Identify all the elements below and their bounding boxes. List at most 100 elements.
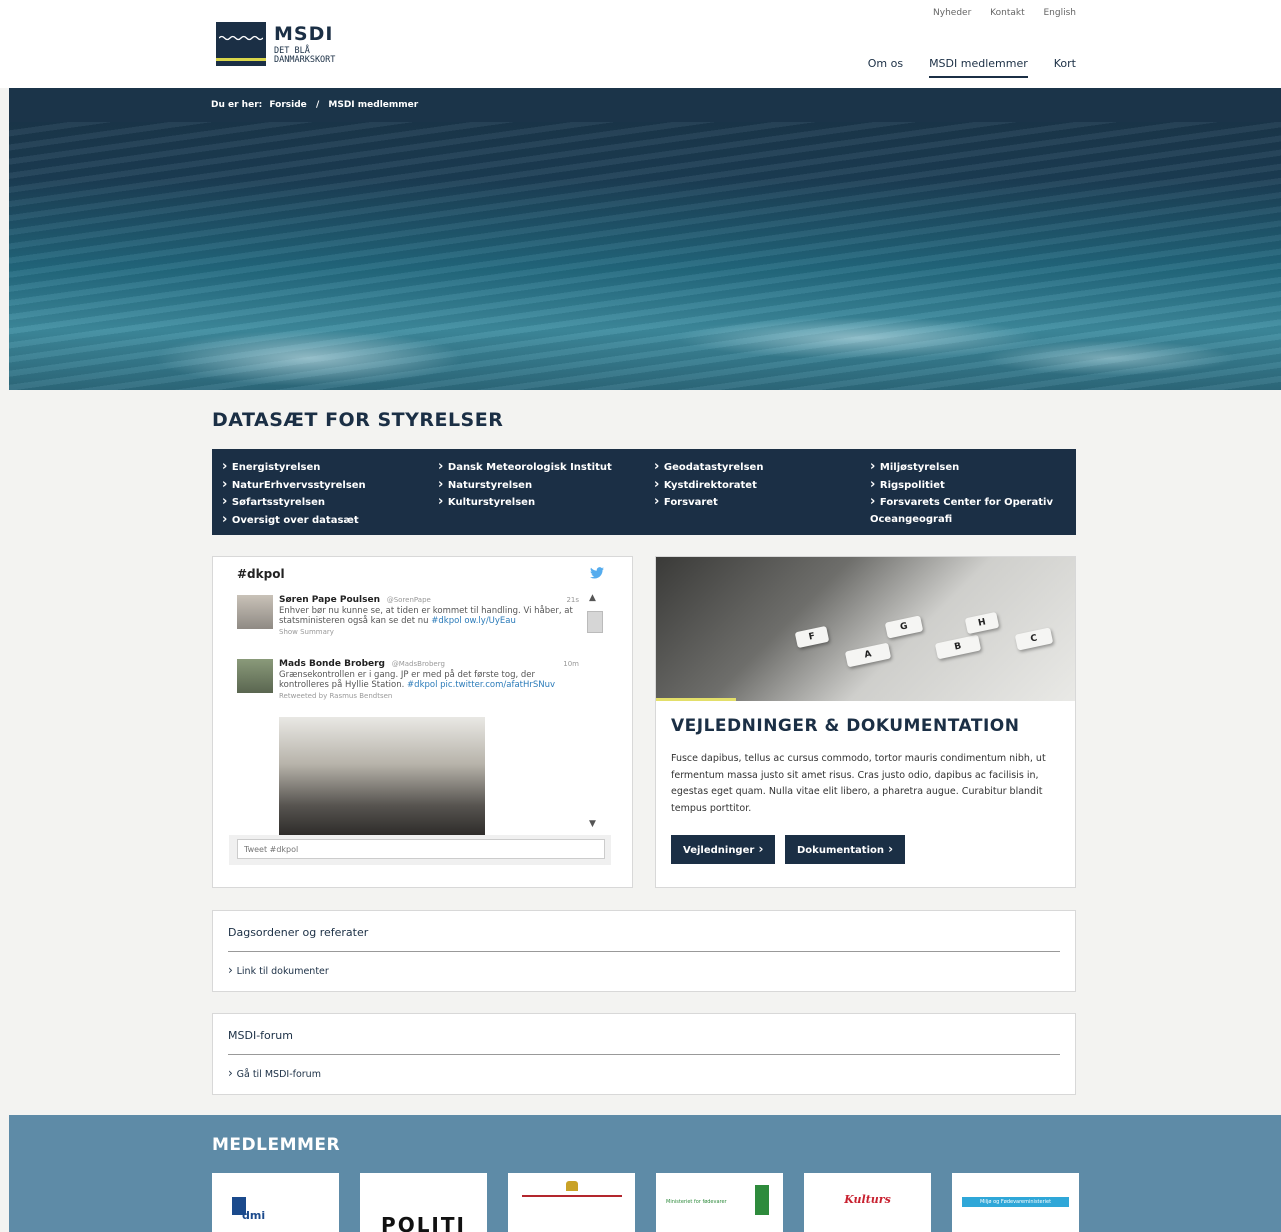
- tweet-retweet-info: Retweeted by Rasmus Bendtsen: [279, 691, 393, 700]
- ministry-block: [755, 1185, 769, 1215]
- dataset-link[interactable]: Energistyrelsen: [222, 459, 427, 477]
- breadcrumb-current: MSDI medlemmer: [328, 100, 419, 110]
- feed-scrollbar[interactable]: ▲ ▼: [585, 589, 605, 833]
- scroll-up-icon[interactable]: ▲: [589, 593, 596, 603]
- datasets-column-3: Geodatastyrelsen Kystdirektoratet Forsva…: [654, 459, 859, 512]
- member-logo-culture[interactable]: Kulturs: [804, 1173, 931, 1232]
- tweet-media-image[interactable]: [279, 717, 485, 835]
- member-logo-label: Ministeriet for fødevarer: [666, 1199, 727, 1205]
- agenda-panel: Dagsordener og referater Link til dokume…: [212, 910, 1076, 992]
- image-key-label: A: [844, 642, 892, 668]
- twitter-widget: #dkpol Søren Pape Poulsen @SorenPape 21s…: [212, 556, 633, 888]
- logo-mark-icon: [216, 22, 266, 66]
- image-key-label: B: [934, 634, 982, 660]
- forum-link[interactable]: Gå til MSDI-forum: [228, 1066, 321, 1080]
- documentation-button[interactable]: Dokumentation: [785, 835, 906, 864]
- members-section: MEDLEMMER dmi POLITI Ministeriet for fød…: [9, 1115, 1281, 1232]
- datasets-column-2: Dansk Meteorologisk Institut Naturstyrel…: [438, 459, 643, 512]
- avatar[interactable]: [237, 659, 273, 693]
- site-header: MSDI DET BLÅ DANMARKSKORT Nyheder Kontak…: [0, 0, 1281, 88]
- breadcrumb-separator: /: [315, 100, 320, 110]
- member-logo-label: Miljø og Fødevareministeriet: [979, 1199, 1052, 1205]
- dataset-link[interactable]: Forsvaret: [654, 494, 859, 512]
- tweet-show-summary[interactable]: Show Summary: [279, 627, 579, 638]
- dataset-link[interactable]: Oversigt over datasæt: [222, 512, 427, 530]
- util-link-news[interactable]: Nyheder: [933, 8, 971, 18]
- avatar[interactable]: [237, 595, 273, 629]
- tweet-links[interactable]: #dkpol ow.ly/UyEau: [431, 616, 516, 626]
- members-title: MEDLEMMER: [212, 1135, 341, 1155]
- twitter-hashtag-title: #dkpol: [237, 567, 285, 581]
- breadcrumb-bar: [9, 88, 1281, 122]
- divider: [228, 1054, 1060, 1055]
- dataset-link[interactable]: Rigspolitiet: [870, 477, 1066, 495]
- image-accent-bar: [656, 698, 736, 701]
- forum-panel: MSDI-forum Gå til MSDI-forum: [212, 1013, 1076, 1095]
- divider: [228, 951, 1060, 952]
- breadcrumb: Du er her: Forside / MSDI medlemmer: [211, 100, 418, 110]
- member-logo-ministry[interactable]: [508, 1173, 635, 1232]
- dataset-link[interactable]: Kulturstyrelsen: [438, 494, 643, 512]
- breadcrumb-prefix: Du er her:: [211, 100, 263, 110]
- logo-title: MSDI: [274, 23, 334, 45]
- member-logo-label: Kulturs: [844, 1193, 891, 1206]
- breadcrumb-home[interactable]: Forside: [269, 100, 306, 110]
- tweet-compose-area: [229, 835, 611, 865]
- image-key-label: G: [884, 615, 924, 639]
- tweet-links[interactable]: #dkpol pic.twitter.com/afatHrSNuv: [407, 680, 555, 690]
- hero-ocean-image: Du er her: Forside / MSDI medlemmer: [9, 88, 1281, 390]
- main-nav: Om os MSDI medlemmer Kort: [868, 57, 1076, 78]
- utility-nav: Nyheder Kontakt English: [917, 8, 1076, 18]
- msdi-logo[interactable]: MSDI DET BLÅ DANMARKSKORT: [216, 22, 376, 68]
- dataset-link[interactable]: Geodatastyrelsen: [654, 459, 859, 477]
- dataset-link[interactable]: Søfartsstyrelsen: [222, 494, 427, 512]
- tweet-text: Enhver bør nu kunne se, at tiden er komm…: [279, 605, 573, 627]
- datasets-title: DATASÆT FOR STYRELSER: [212, 409, 504, 431]
- nav-item-members[interactable]: MSDI medlemmer: [929, 57, 1028, 78]
- twitter-feed[interactable]: Søren Pape Poulsen @SorenPape 21s Enhver…: [229, 587, 611, 835]
- image-key-label: H: [964, 611, 1000, 635]
- guides-card: F A G B C H VEJLEDNINGER & DOKUMENTATION…: [655, 556, 1076, 888]
- ministry-line: [522, 1195, 622, 1197]
- image-key-label: C: [1014, 627, 1054, 651]
- util-link-contact[interactable]: Kontakt: [990, 8, 1024, 18]
- tweet-author-handle[interactable]: @MadsBroberg: [392, 660, 445, 668]
- filing-cabinet-image: F A G B C H: [656, 557, 1075, 701]
- documents-link[interactable]: Link til dokumenter: [228, 963, 329, 977]
- dataset-link[interactable]: NaturErhvervsstyrelsen: [222, 477, 427, 495]
- tweet-time[interactable]: 21s: [566, 595, 579, 606]
- dataset-link[interactable]: Dansk Meteorologisk Institut: [438, 459, 643, 477]
- member-logo-dmi[interactable]: dmi: [212, 1173, 339, 1232]
- tweet-author-name[interactable]: Søren Pape Poulsen: [279, 595, 380, 605]
- panel-title: MSDI-forum: [228, 1029, 293, 1042]
- logo-subtitle: DET BLÅ DANMARKSKORT: [274, 46, 336, 65]
- tweet-input[interactable]: [237, 839, 605, 859]
- guides-description: Fusce dapibus, tellus ac cursus commodo,…: [671, 753, 1046, 814]
- dataset-link[interactable]: Kystdirektoratet: [654, 477, 859, 495]
- twitter-bird-icon[interactable]: [590, 567, 604, 582]
- dataset-link[interactable]: Miljøstyrelsen: [870, 459, 1066, 477]
- tweet-author-name[interactable]: Mads Bonde Broberg: [279, 659, 385, 669]
- member-logo-environment[interactable]: Miljø og Fødevareministeriet: [952, 1173, 1079, 1232]
- panel-title: Dagsordener og referater: [228, 926, 369, 939]
- scrollbar-thumb[interactable]: [587, 611, 603, 633]
- nav-item-about[interactable]: Om os: [868, 57, 903, 78]
- dataset-link[interactable]: Forsvarets Center for Operativ Oceangeog…: [870, 494, 1066, 528]
- member-logo-food-ministry[interactable]: Ministeriet for fødevarer: [656, 1173, 783, 1232]
- image-key-label: F: [794, 625, 830, 649]
- member-logo-label: dmi: [242, 1209, 266, 1222]
- ministry-banner: Miljø og Fødevareministeriet: [962, 1197, 1069, 1207]
- tweet-time[interactable]: 10m: [563, 659, 579, 670]
- scroll-down-icon[interactable]: ▼: [589, 819, 596, 829]
- datasets-panel: Energistyrelsen NaturErhvervsstyrelsen S…: [212, 449, 1076, 535]
- tweet-author-handle[interactable]: @SorenPape: [387, 596, 431, 604]
- datasets-column-4: Miljøstyrelsen Rigspolitiet Forsvarets C…: [870, 459, 1066, 528]
- guides-title: VEJLEDNINGER & DOKUMENTATION: [671, 716, 1020, 736]
- datasets-column-1: Energistyrelsen NaturErhvervsstyrelsen S…: [222, 459, 427, 529]
- nav-item-map[interactable]: Kort: [1054, 57, 1076, 78]
- util-link-english[interactable]: English: [1044, 8, 1077, 18]
- member-logo-politi[interactable]: POLITI: [360, 1173, 487, 1232]
- dataset-link[interactable]: Naturstyrelsen: [438, 477, 643, 495]
- guides-button[interactable]: Vejledninger: [671, 835, 776, 864]
- member-logo-label: POLITI: [381, 1213, 466, 1232]
